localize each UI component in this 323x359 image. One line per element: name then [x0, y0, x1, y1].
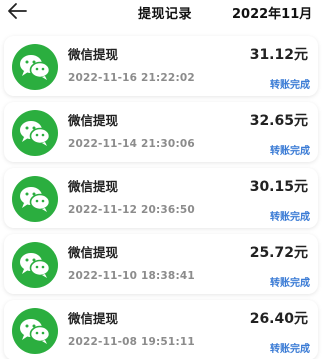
- record-status: 转账完成: [270, 344, 310, 355]
- record-status: 转账完成: [270, 80, 310, 91]
- record-time: 2022-11-08 19:51:11: [68, 336, 195, 348]
- record-time: 2022-11-12 20:36:50: [68, 204, 195, 216]
- wechat-icon: [12, 308, 58, 354]
- month-selector[interactable]: 2022年11月: [232, 3, 312, 22]
- page-title: 提现记录: [138, 7, 193, 22]
- record-time: 2022-11-14 21:30:06: [68, 138, 195, 150]
- record-name: 微信提现: [68, 47, 119, 62]
- record-name: 微信提现: [68, 311, 119, 326]
- record-amount: 26.40元: [249, 311, 308, 327]
- record-amount: 25.72元: [249, 245, 308, 261]
- header-bar: 提现记录 2022年11月: [0, 0, 323, 24]
- wechat-icon: [12, 110, 58, 156]
- record-amount: 32.65元: [249, 113, 308, 129]
- record-card[interactable]: 微信提现 2022-11-14 21:30:06 32.65元 转账完成: [4, 102, 318, 162]
- arrow-left-icon: [8, 3, 27, 19]
- record-status: 转账完成: [270, 212, 310, 223]
- back-button[interactable]: [6, 2, 28, 22]
- wechat-icon: [12, 44, 58, 90]
- record-status: 转账完成: [270, 278, 310, 289]
- record-card[interactable]: 微信提现 2022-11-08 19:51:11 26.40元 转账完成: [4, 300, 318, 359]
- record-card[interactable]: 微信提现 2022-11-10 18:38:41 25.72元 转账完成: [4, 234, 318, 294]
- record-amount: 31.12元: [249, 47, 308, 63]
- record-card[interactable]: 微信提现 2022-11-16 21:22:02 31.12元 转账完成: [4, 36, 318, 96]
- record-name: 微信提现: [68, 179, 119, 194]
- record-time: 2022-11-16 21:22:02: [68, 72, 195, 84]
- record-name: 微信提现: [68, 245, 119, 260]
- record-amount: 30.15元: [249, 179, 308, 195]
- record-status: 转账完成: [270, 146, 310, 157]
- wechat-icon: [12, 242, 58, 288]
- withdraw-records-page: 提现记录 2022年11月 微信提现 2022-11-16 21:22:02 3…: [0, 0, 323, 359]
- wechat-icon: [12, 176, 58, 222]
- record-time: 2022-11-10 18:38:41: [68, 270, 195, 282]
- record-card[interactable]: 微信提现 2022-11-12 20:36:50 30.15元 转账完成: [4, 168, 318, 228]
- record-name: 微信提现: [68, 113, 119, 128]
